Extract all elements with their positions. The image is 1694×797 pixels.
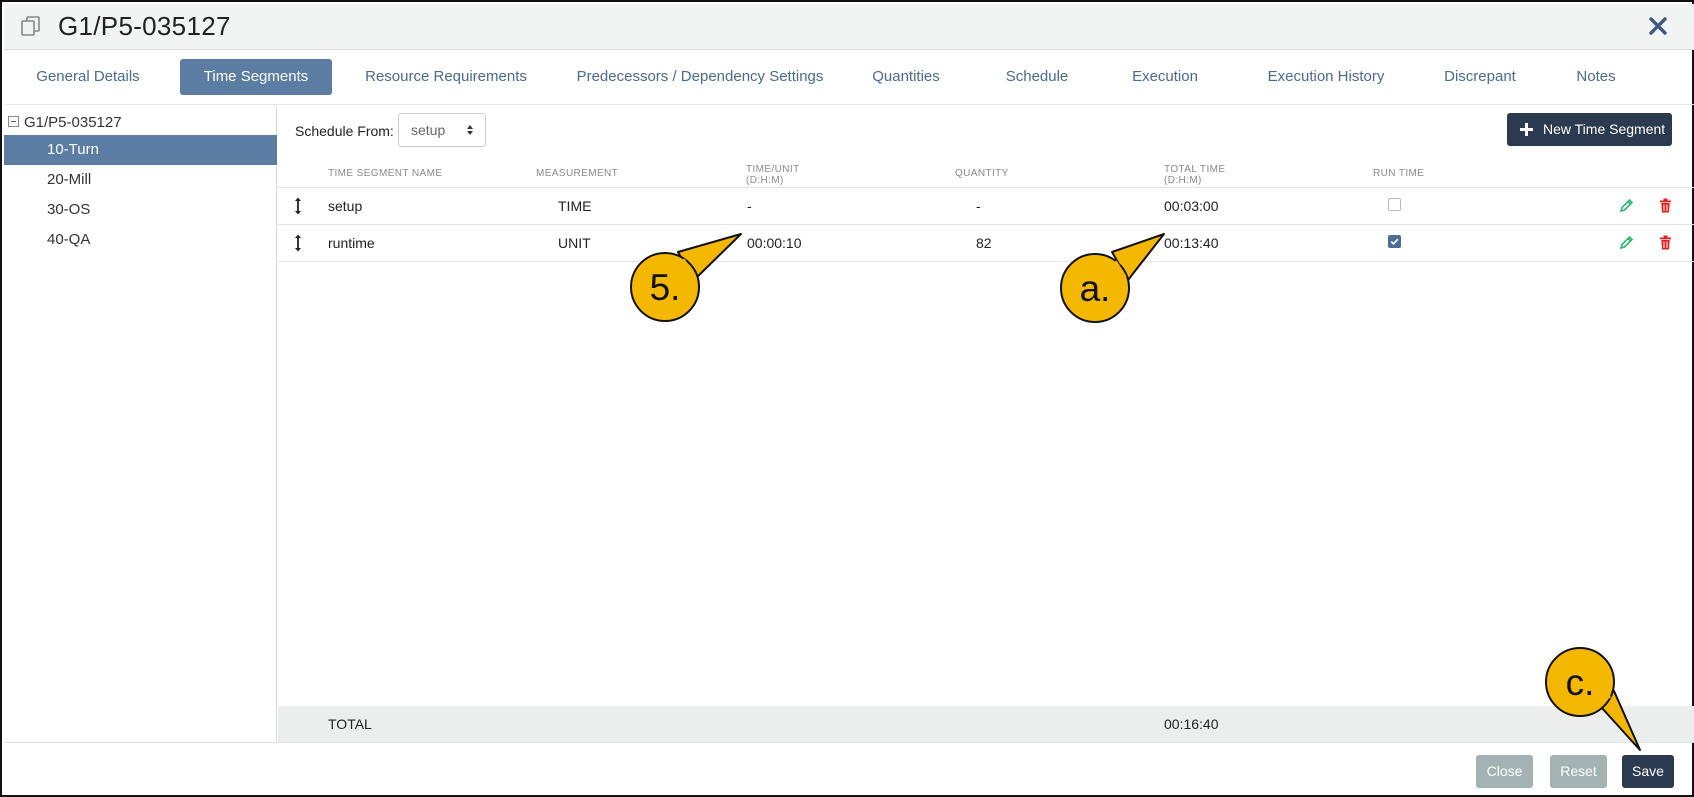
collapse-toggle-icon[interactable]: [8, 116, 19, 127]
segment-name: setup: [328, 198, 363, 214]
operation-tree: G1/P5-035127 10-Turn 20-Mill 30-OS 40-QA: [4, 106, 277, 742]
run-time-checkbox[interactable]: [1388, 235, 1401, 248]
tab-execution[interactable]: Execution: [1122, 59, 1208, 95]
schedule-from-value: setup: [411, 122, 446, 138]
header-run-time: RUN TIME: [1373, 168, 1425, 179]
callout-a-label: a.: [1080, 268, 1111, 309]
callout-a: a.: [1060, 233, 1165, 323]
segment-measurement: UNIT: [558, 235, 591, 251]
segment-quantity: -: [976, 198, 981, 214]
tree-root[interactable]: G1/P5-035127: [4, 110, 277, 136]
window-title: G1/P5-035127: [58, 11, 231, 41]
table-row: setup TIME - - 00:03:00: [278, 188, 1694, 225]
save-button[interactable]: Save: [1622, 755, 1674, 788]
tab-predecessors[interactable]: Predecessors / Dependency Settings: [576, 59, 824, 95]
segment-name: runtime: [328, 235, 375, 251]
tab-bar: General Details Time Segments Resource R…: [4, 51, 1694, 105]
select-arrows-icon: [467, 125, 473, 135]
new-time-segment-button[interactable]: New Time Segment: [1507, 113, 1672, 146]
header-quantity: QUANTITY: [955, 168, 1009, 179]
schedule-from-select[interactable]: setup: [398, 113, 486, 147]
tab-schedule[interactable]: Schedule: [1000, 59, 1074, 95]
new-time-segment-label: New Time Segment: [1543, 121, 1666, 137]
header-time-unit-sub: (D:H:M): [746, 175, 784, 186]
total-time-value: 00:16:40: [1164, 716, 1219, 732]
close-icon[interactable]: [1646, 14, 1670, 38]
tab-execution-history[interactable]: Execution History: [1254, 59, 1398, 95]
dialog-footer: Close Reset Save: [4, 742, 1694, 797]
dialog-window: G1/P5-035127 General Details Time Segmen…: [0, 0, 1694, 797]
segment-total-time: 00:03:00: [1164, 198, 1219, 214]
title-bar: G1/P5-035127: [4, 4, 1694, 50]
segment-quantity: 82: [976, 235, 992, 251]
tab-general-details[interactable]: General Details: [22, 59, 154, 95]
tree-item-10-turn[interactable]: 10-Turn: [4, 135, 277, 165]
segment-measurement: TIME: [558, 198, 592, 214]
tree-root-label: G1/P5-035127: [24, 114, 122, 131]
tab-notes[interactable]: Notes: [1566, 59, 1626, 95]
trash-delete-icon[interactable]: [1659, 235, 1672, 250]
header-total-time-label: TOTAL TIME: [1164, 164, 1226, 175]
total-label: TOTAL: [328, 716, 372, 732]
close-button[interactable]: Close: [1476, 755, 1533, 788]
copy-document-icon: [21, 16, 40, 36]
header-total-time-sub: (D:H:M): [1164, 175, 1202, 186]
header-measurement: MEASUREMENT: [536, 168, 619, 179]
segment-time-unit: -: [747, 198, 752, 214]
header-time-unit: TIME/UNIT (D:H:M): [746, 164, 800, 186]
tab-discrepant[interactable]: Discrepant: [1432, 59, 1528, 95]
reset-button[interactable]: Reset: [1550, 755, 1607, 788]
drag-handle-icon[interactable]: [294, 234, 302, 252]
tree-item-40-qa[interactable]: 40-QA: [4, 225, 277, 255]
time-segments-panel: Schedule From: setup New Time Segment TI…: [278, 106, 1694, 742]
header-total-time: TOTAL TIME (D:H:M): [1164, 164, 1225, 186]
callout-c-label: c.: [1566, 662, 1595, 703]
tree-item-30-os[interactable]: 30-OS: [4, 195, 277, 225]
table-row: runtime UNIT 00:00:10 82 00:13:40: [278, 225, 1694, 262]
header-time-unit-label: TIME/UNIT: [746, 164, 800, 175]
trash-delete-icon[interactable]: [1659, 198, 1672, 213]
pencil-edit-icon[interactable]: [1619, 235, 1634, 250]
callout-c: c.: [1545, 647, 1641, 751]
callout-5-label: 5.: [650, 267, 681, 308]
callout-5: 5.: [630, 233, 742, 322]
plus-icon: [1520, 123, 1533, 136]
total-row: TOTAL 00:16:40: [278, 706, 1694, 742]
schedule-from-label: Schedule From:: [295, 123, 394, 139]
header-time-segment-name: TIME SEGMENT NAME: [328, 168, 443, 179]
tab-time-segments[interactable]: Time Segments: [180, 59, 332, 95]
tab-resource-requirements[interactable]: Resource Requirements: [360, 59, 532, 95]
tab-quantities[interactable]: Quantities: [866, 59, 946, 95]
tree-item-20-mill[interactable]: 20-Mill: [4, 165, 277, 195]
checkmark-icon: [1390, 238, 1399, 246]
drag-handle-icon[interactable]: [294, 197, 302, 215]
pencil-edit-icon[interactable]: [1619, 198, 1634, 213]
run-time-checkbox[interactable]: [1388, 198, 1401, 211]
